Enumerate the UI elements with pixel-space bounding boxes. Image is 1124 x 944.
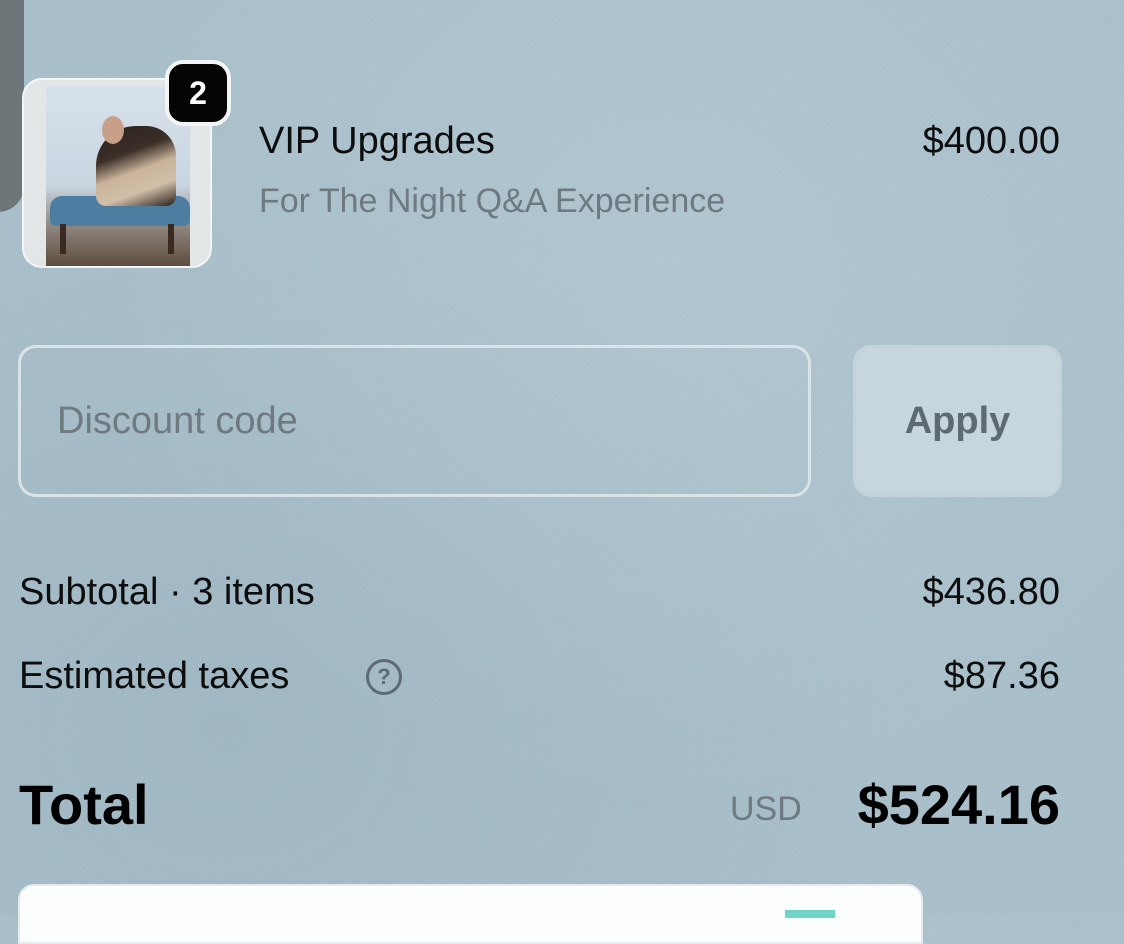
- product-variant: For The Night Q&A Experience: [259, 182, 726, 220]
- total-label: Total: [19, 773, 149, 836]
- quantity-badge: 2: [165, 60, 231, 126]
- subtotal-value: $436.80: [922, 571, 1060, 613]
- product-name: VIP Upgrades: [259, 120, 495, 162]
- estimated-taxes-value: $87.36: [943, 655, 1060, 697]
- total-currency: USD: [730, 790, 802, 828]
- bottom-card[interactable]: [18, 884, 923, 944]
- discount-code-input[interactable]: [18, 345, 811, 497]
- photo-sofa-leg: [60, 224, 66, 254]
- estimated-taxes-label: Estimated taxes: [19, 655, 290, 697]
- side-drawer-handle[interactable]: [0, 0, 24, 212]
- photo-face: [102, 116, 124, 144]
- help-icon[interactable]: ?: [366, 659, 402, 695]
- subtotal-label: Subtotal · 3 items: [19, 571, 315, 613]
- apply-button[interactable]: Apply: [853, 345, 1062, 497]
- photo-sofa-leg: [168, 224, 174, 254]
- total-amount: $524.16: [857, 773, 1060, 836]
- card-accent-icon: [785, 910, 835, 918]
- product-price: $400.00: [922, 120, 1060, 162]
